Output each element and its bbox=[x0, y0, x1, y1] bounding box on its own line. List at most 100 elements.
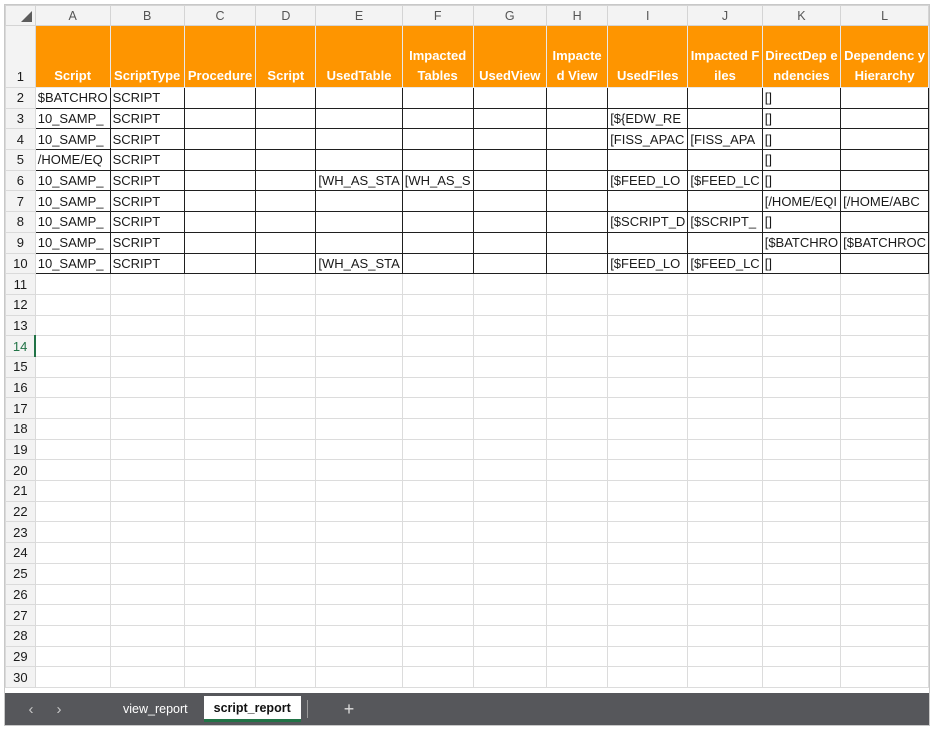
cell[interactable] bbox=[472, 190, 547, 213]
column-header-e[interactable]: E bbox=[315, 5, 403, 26]
cell[interactable] bbox=[255, 293, 317, 316]
cell[interactable] bbox=[687, 355, 763, 378]
cell[interactable] bbox=[315, 107, 403, 130]
cell[interactable] bbox=[183, 521, 257, 544]
cell[interactable] bbox=[472, 355, 547, 378]
cell[interactable] bbox=[545, 521, 609, 544]
cell[interactable] bbox=[183, 604, 257, 626]
cell[interactable] bbox=[687, 624, 763, 647]
cell[interactable]: SCRIPT bbox=[109, 87, 185, 109]
cell[interactable] bbox=[183, 190, 257, 213]
cell[interactable] bbox=[607, 376, 689, 399]
row-header[interactable]: 19 bbox=[5, 438, 36, 461]
cell[interactable] bbox=[183, 273, 257, 295]
cell[interactable] bbox=[607, 645, 689, 668]
cell[interactable] bbox=[315, 500, 403, 523]
cell[interactable] bbox=[401, 438, 474, 461]
row-header[interactable]: 13 bbox=[5, 314, 36, 337]
cell[interactable] bbox=[401, 645, 474, 668]
cell[interactable] bbox=[255, 169, 317, 192]
cell[interactable] bbox=[545, 128, 609, 151]
cell[interactable] bbox=[607, 314, 689, 337]
cell[interactable] bbox=[761, 645, 842, 668]
cell[interactable] bbox=[315, 459, 403, 482]
cell[interactable] bbox=[761, 562, 842, 585]
cell[interactable] bbox=[687, 314, 763, 337]
cell[interactable] bbox=[840, 335, 929, 357]
cell[interactable] bbox=[761, 542, 842, 564]
row-header[interactable]: 20 bbox=[5, 459, 36, 482]
row-header[interactable]: 30 bbox=[5, 666, 36, 688]
cell[interactable] bbox=[315, 190, 403, 213]
cell[interactable] bbox=[761, 666, 842, 688]
row-header[interactable]: 1 bbox=[5, 25, 36, 88]
row-header[interactable]: 8 bbox=[5, 211, 36, 233]
row-header[interactable]: 22 bbox=[5, 500, 36, 523]
cell[interactable] bbox=[687, 293, 763, 316]
cell[interactable] bbox=[472, 149, 547, 171]
cell[interactable] bbox=[687, 107, 763, 130]
header-cell[interactable]: UsedFiles bbox=[607, 25, 689, 88]
cell[interactable] bbox=[472, 645, 547, 668]
cell[interactable] bbox=[34, 335, 111, 357]
header-cell[interactable]: Script bbox=[34, 25, 111, 88]
row-header[interactable]: 25 bbox=[5, 562, 36, 585]
cell[interactable] bbox=[545, 169, 609, 192]
cell[interactable] bbox=[472, 314, 547, 337]
cell[interactable] bbox=[761, 624, 842, 647]
header-cell[interactable]: Procedure bbox=[183, 25, 257, 88]
tab-script-report[interactable]: script_report bbox=[203, 696, 301, 722]
cell[interactable]: [] bbox=[761, 149, 842, 171]
row-header[interactable]: 24 bbox=[5, 542, 36, 564]
cell[interactable] bbox=[255, 335, 317, 357]
cell[interactable] bbox=[34, 562, 111, 585]
cell[interactable] bbox=[545, 604, 609, 626]
cell[interactable] bbox=[183, 459, 257, 482]
row-header[interactable]: 4 bbox=[5, 128, 36, 151]
cell[interactable] bbox=[840, 666, 929, 688]
cell[interactable] bbox=[840, 624, 929, 647]
cell[interactable] bbox=[761, 500, 842, 523]
cell[interactable] bbox=[472, 624, 547, 647]
cell[interactable] bbox=[840, 128, 929, 151]
cell[interactable] bbox=[607, 418, 689, 440]
cell[interactable] bbox=[687, 376, 763, 399]
cell[interactable] bbox=[607, 335, 689, 357]
cell[interactable] bbox=[761, 480, 842, 502]
column-header-a[interactable]: A bbox=[34, 5, 111, 26]
cell[interactable] bbox=[761, 335, 842, 357]
cell[interactable] bbox=[607, 397, 689, 419]
cell[interactable] bbox=[401, 418, 474, 440]
header-cell[interactable]: Impacted Tables bbox=[401, 25, 474, 88]
cell[interactable] bbox=[472, 666, 547, 688]
row-header[interactable]: 6 bbox=[5, 169, 36, 192]
cell[interactable] bbox=[840, 87, 929, 109]
column-header-f[interactable]: F bbox=[401, 5, 474, 26]
row-header[interactable]: 7 bbox=[5, 190, 36, 213]
cell[interactable] bbox=[840, 583, 929, 606]
cell[interactable] bbox=[183, 645, 257, 668]
cell[interactable] bbox=[255, 666, 317, 688]
cell[interactable] bbox=[607, 500, 689, 523]
cell[interactable] bbox=[255, 583, 317, 606]
cell[interactable] bbox=[315, 624, 403, 647]
cell[interactable] bbox=[687, 273, 763, 295]
cell[interactable] bbox=[401, 583, 474, 606]
cell[interactable] bbox=[315, 314, 403, 337]
cell[interactable] bbox=[255, 252, 317, 275]
cell[interactable] bbox=[183, 314, 257, 337]
cell[interactable] bbox=[109, 355, 185, 378]
cell[interactable] bbox=[255, 273, 317, 295]
cell[interactable] bbox=[840, 418, 929, 440]
column-header-g[interactable]: G bbox=[472, 5, 547, 26]
cell[interactable] bbox=[472, 273, 547, 295]
cell[interactable]: [$SCRIPT_D bbox=[607, 211, 689, 233]
row-header[interactable]: 15 bbox=[5, 355, 36, 378]
cell[interactable] bbox=[687, 480, 763, 502]
cell[interactable] bbox=[183, 335, 257, 357]
next-sheet-icon[interactable]: › bbox=[45, 701, 73, 718]
cell[interactable] bbox=[315, 666, 403, 688]
cell[interactable] bbox=[607, 273, 689, 295]
cell[interactable] bbox=[840, 252, 929, 275]
cell[interactable] bbox=[315, 480, 403, 502]
